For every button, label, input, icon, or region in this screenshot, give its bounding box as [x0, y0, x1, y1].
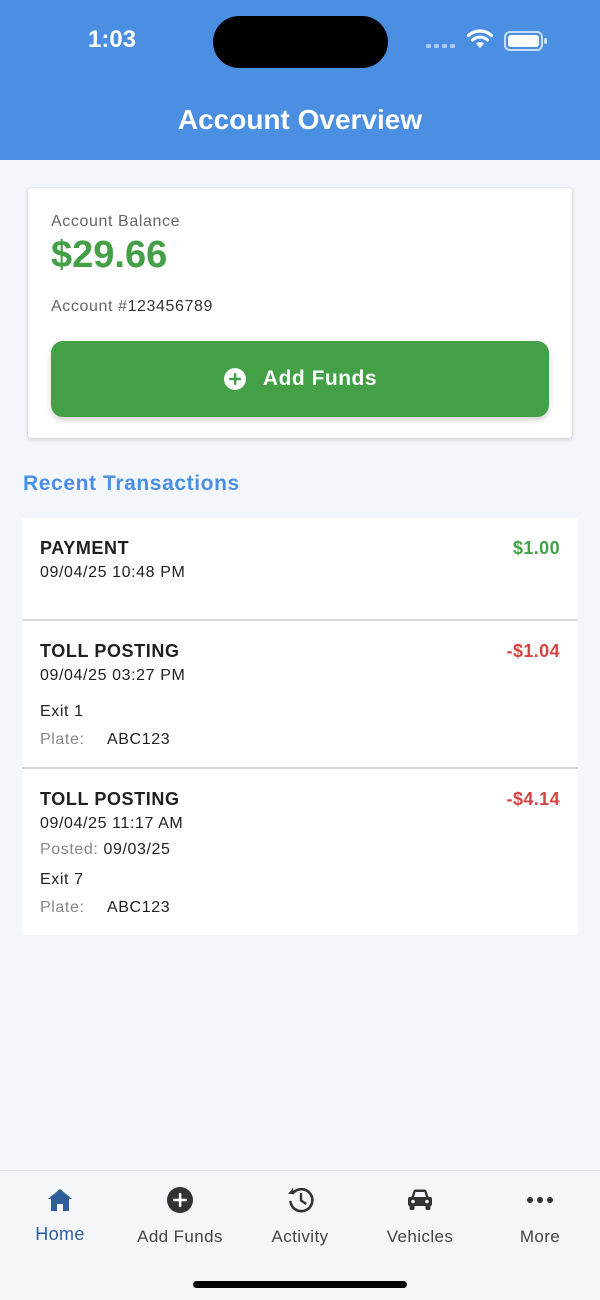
signal-icon	[426, 44, 455, 48]
account-number-value: 123456789	[127, 298, 214, 315]
transaction-type: PAYMENT	[40, 538, 130, 558]
transaction-list: PAYMENT $1.00 09/04/25 10:48 PM TOLL POS…	[22, 518, 578, 935]
transaction-date: 09/04/25 10:48 PM	[40, 564, 186, 581]
transaction-posted: Posted: 09/03/25	[40, 841, 171, 859]
transaction-amount: -$4.14	[506, 789, 560, 809]
account-number: Account #123456789	[51, 298, 213, 316]
wifi-icon	[466, 29, 494, 48]
home-indicator	[193, 1281, 407, 1288]
transaction-amount: $1.00	[512, 538, 560, 558]
app-header: 1:03 Account Overview	[0, 0, 600, 160]
nav-label: Vehicles	[386, 1227, 454, 1246]
balance-amount: $29.66	[51, 234, 168, 276]
transaction-amount: -$1.04	[506, 641, 560, 661]
page-title: Account Overview	[177, 104, 423, 135]
add-funds-label: Add Funds	[262, 367, 378, 390]
nav-home[interactable]: Home	[0, 1171, 120, 1261]
transaction-item[interactable]: PAYMENT $1.00 09/04/25 10:48 PM	[22, 518, 578, 619]
transaction-plate: Plate: ABC123	[40, 899, 170, 917]
nav-label: More	[519, 1227, 561, 1246]
nav-activity[interactable]: Activity	[240, 1171, 360, 1261]
home-icon	[48, 1189, 72, 1211]
balance-label: Account Balance	[51, 213, 181, 230]
posted-label: Posted:	[40, 841, 99, 858]
transaction-type: TOLL POSTING	[40, 641, 180, 661]
nav-label: Add Funds	[137, 1227, 223, 1246]
plate-label: Plate:	[40, 899, 85, 916]
battery-icon	[504, 31, 547, 51]
plus-circle-icon	[223, 368, 246, 390]
nav-more[interactable]: More	[480, 1171, 600, 1261]
add-funds-button[interactable]: Add Funds	[51, 341, 549, 417]
status-time: 1:03	[88, 26, 137, 53]
car-icon	[408, 1189, 432, 1210]
transaction-date: 09/04/25 03:27 PM	[40, 667, 186, 684]
transaction-location: Exit 7	[40, 871, 84, 888]
recent-transactions-heading: Recent Transactions	[23, 472, 240, 495]
nav-vehicles[interactable]: Vehicles	[360, 1171, 480, 1261]
transaction-type: TOLL POSTING	[40, 789, 180, 809]
nav-add-funds[interactable]: Add Funds	[120, 1171, 240, 1261]
transaction-plate: Plate: ABC123	[40, 731, 170, 749]
plate-label: Plate:	[40, 731, 85, 748]
transaction-item[interactable]: TOLL POSTING -$4.14 09/04/25 11:17 AM Po…	[22, 767, 578, 935]
transaction-location: Exit 1	[40, 703, 84, 720]
nav-label: Home	[35, 1224, 85, 1244]
plate-value: ABC123	[107, 899, 171, 916]
transaction-item[interactable]: TOLL POSTING -$1.04 09/04/25 03:27 PM Ex…	[22, 619, 578, 767]
dynamic-island	[213, 16, 388, 68]
more-icon	[527, 1197, 553, 1203]
plus-circle-icon	[167, 1187, 193, 1213]
posted-value: 09/03/25	[103, 841, 171, 858]
nav-label: Activity	[271, 1227, 329, 1246]
account-prefix: Account #	[51, 298, 128, 315]
history-icon	[288, 1187, 314, 1213]
balance-card: Account Balance $29.66 Account #12345678…	[28, 188, 572, 438]
transaction-date: 09/04/25 11:17 AM	[40, 815, 184, 832]
plate-value: ABC123	[107, 731, 171, 748]
